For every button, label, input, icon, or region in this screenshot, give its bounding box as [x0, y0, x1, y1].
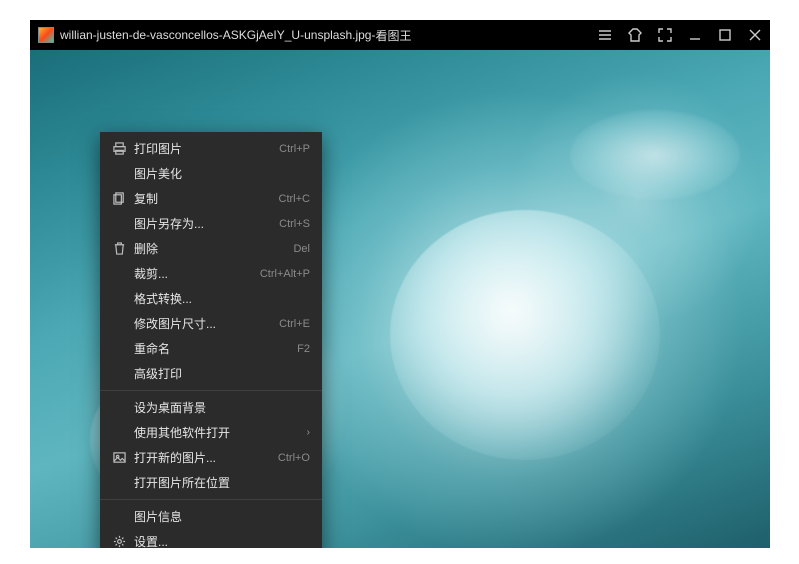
title-filename: willian-justen-de-vasconcellos-ASKGjAeIY…: [60, 28, 371, 42]
menu-image-info[interactable]: 图片信息: [100, 504, 322, 529]
copy-icon: [110, 192, 128, 205]
gear-icon: [110, 535, 128, 548]
trash-icon: [110, 242, 128, 255]
menu-save-as[interactable]: 图片另存为... Ctrl+S: [100, 211, 322, 236]
printer-icon: [110, 142, 128, 155]
skin-icon[interactable]: [620, 20, 650, 50]
menu-open-with[interactable]: 使用其他软件打开 ›: [100, 420, 322, 445]
menu-advanced-print[interactable]: 高级打印: [100, 361, 322, 386]
menu-settings[interactable]: 设置...: [100, 529, 322, 548]
menu-copy[interactable]: 复制 Ctrl+C: [100, 186, 322, 211]
menu-format-convert[interactable]: 格式转换...: [100, 286, 322, 311]
menu-resize[interactable]: 修改图片尺寸... Ctrl+E: [100, 311, 322, 336]
menu-open-new[interactable]: 打开新的图片... Ctrl+O: [100, 445, 322, 470]
menu-set-wallpaper[interactable]: 设为桌面背景: [100, 395, 322, 420]
fullscreen-icon[interactable]: [650, 20, 680, 50]
menu-open-location[interactable]: 打开图片所在位置: [100, 470, 322, 495]
titlebar: willian-justen-de-vasconcellos-ASKGjAeIY…: [30, 20, 770, 50]
image-icon: [110, 451, 128, 464]
chevron-right-icon: ›: [301, 427, 310, 438]
menu-beautify[interactable]: 图片美化: [100, 161, 322, 186]
close-icon[interactable]: [740, 20, 770, 50]
menu-print-image[interactable]: 打印图片 Ctrl+P: [100, 136, 322, 161]
app-window: willian-justen-de-vasconcellos-ASKGjAeIY…: [30, 20, 770, 548]
title-appname: 看图王: [375, 27, 411, 44]
menu-separator: [100, 499, 322, 500]
context-menu: 打印图片 Ctrl+P 图片美化 复制 Ctrl+C 图片另存为... Ctrl…: [100, 132, 322, 548]
menu-separator: [100, 390, 322, 391]
menu-delete[interactable]: 删除 Del: [100, 236, 322, 261]
app-icon: [38, 27, 54, 43]
menu-crop[interactable]: 裁剪... Ctrl+Alt+P: [100, 261, 322, 286]
minimize-icon[interactable]: [680, 20, 710, 50]
menu-rename[interactable]: 重命名 F2: [100, 336, 322, 361]
menu-icon[interactable]: [590, 20, 620, 50]
image-viewport[interactable]: 打印图片 Ctrl+P 图片美化 复制 Ctrl+C 图片另存为... Ctrl…: [30, 50, 770, 548]
maximize-icon[interactable]: [710, 20, 740, 50]
